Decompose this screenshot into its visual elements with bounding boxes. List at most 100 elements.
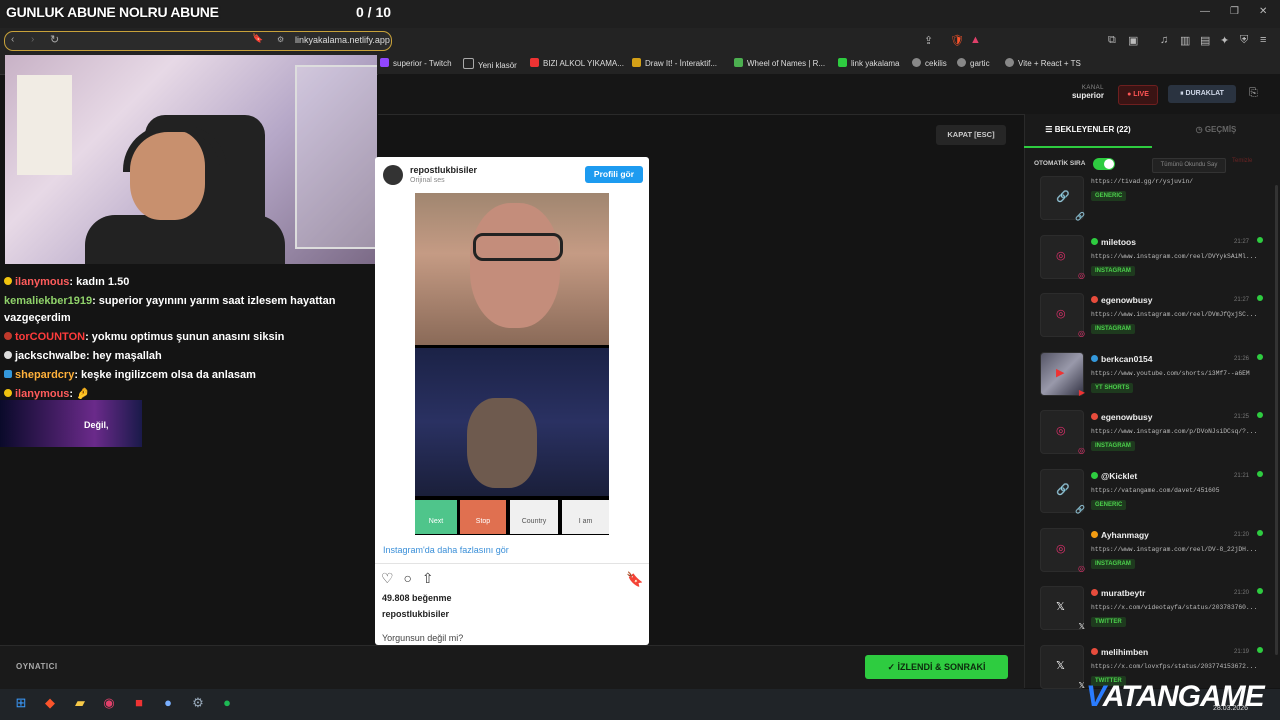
sidebar-icon[interactable]: ▥ <box>1180 34 1190 47</box>
queue-thumbnail[interactable]: ▶ ▶ <box>1040 351 1085 397</box>
channel-name: superior <box>1071 91 1104 100</box>
site-info-icon[interactable]: ⚙ <box>277 35 284 44</box>
online-status-icon <box>1257 588 1263 595</box>
queue-item-url[interactable]: https://www.instagram.com/reel/DVYykSAiM… <box>1091 253 1261 260</box>
app-icon[interactable]: ◉ <box>100 694 118 712</box>
video-player[interactable]: Next Stop Country I am <box>415 193 609 535</box>
like-icon[interactable]: ♡ <box>381 570 394 586</box>
live-button[interactable]: ● LIVE <box>1118 85 1158 105</box>
queue-thumbnail[interactable]: ◎ ◎ <box>1040 293 1085 338</box>
queue-thumbnail[interactable]: 𝕏𝕏 <box>1040 644 1085 690</box>
avatar[interactable] <box>383 165 403 185</box>
see-more-link[interactable]: Instagram'da daha fazlasını gör <box>383 545 509 555</box>
watched-next-button[interactable]: ✓ İZLENDİ & SONRAKİ <box>865 655 1008 679</box>
reload-icon[interactable]: ↻ <box>50 33 59 46</box>
bookmark-item[interactable]: Yeni klasör <box>463 58 517 70</box>
divider <box>375 563 649 564</box>
address-bar[interactable]: ‹ › ↻ 🔖 ⚙ linkyakalama.netlify.app <box>4 31 392 51</box>
minimize-button[interactable]: — <box>1200 6 1210 17</box>
post-owner[interactable]: repostlukbisiler <box>382 609 449 619</box>
view-profile-button[interactable]: Profili gör <box>585 166 643 183</box>
likes-count[interactable]: 49.808 beğenme <box>382 593 452 603</box>
queue-thumbnail[interactable]: ◎ ◎ <box>1040 410 1085 455</box>
queue-thumbnail[interactable]: 🔗 🔗 <box>1040 469 1085 514</box>
audio-label[interactable]: Orijinal ses <box>410 177 445 184</box>
close-window-button[interactable]: ✕ <box>1259 6 1267 17</box>
history-icon[interactable]: ⎘ <box>1249 87 1263 101</box>
file-explorer-icon[interactable]: ▰ <box>71 694 89 712</box>
clear-button[interactable]: Temizle <box>1232 158 1252 164</box>
bookmark-item[interactable]: BIZI ALKOL YIKAMA... <box>530 58 624 68</box>
queue-thumbnail[interactable]: 🔗 🔗 <box>1040 176 1085 221</box>
spotify-icon[interactable]: ● <box>218 694 236 712</box>
instagram-icon: ◎ <box>1056 542 1066 555</box>
queue-item-url[interactable]: https://x.com/videotayfa/status/20378376… <box>1091 604 1261 611</box>
mark-all-read-button[interactable]: Tümünü Okundu Say <box>1152 158 1226 173</box>
vpn-icon[interactable]: ⛨ <box>1240 34 1248 47</box>
queue-item-url[interactable]: https://www.instagram.com/p/DVoNJsiDCsq/… <box>1091 428 1261 435</box>
bookmark-item[interactable]: superior - Twitch <box>380 58 452 68</box>
instagram-embed: repostlukbisiler Orijinal ses Profili gö… <box>375 157 649 645</box>
url-text[interactable]: linkyakalama.netlify.app <box>295 35 390 45</box>
queue-thumbnail[interactable]: 𝕏𝕏 <box>1040 586 1085 631</box>
extensions-icon[interactable]: ⧉ <box>1108 34 1116 47</box>
queue-item-url[interactable]: https://tivad.gg/r/ysjuvin/ <box>1091 178 1261 185</box>
youtube-icon: ▶ <box>1056 366 1065 379</box>
leo-icon[interactable]: ✦ <box>1220 34 1229 47</box>
queue-item-url[interactable]: https://vatangame.com/davet/451605 <box>1091 487 1261 494</box>
bookmark-item[interactable]: cekilis <box>912 58 947 68</box>
close-button[interactable]: KAPAT [ESC] <box>936 125 1006 145</box>
app-icon[interactable]: ■ <box>130 694 148 712</box>
bookmark-item[interactable]: link yakalama <box>838 58 899 68</box>
pause-button[interactable]: ⏸ DURAKLAT <box>1168 85 1236 103</box>
queue-item-time: 21:27 <box>1234 297 1250 304</box>
steam-icon[interactable]: ⚙ <box>189 694 207 712</box>
bookmark-item[interactable]: Draw It! - İnteraktif... <box>632 58 717 68</box>
auto-queue-toggle[interactable] <box>1093 158 1115 170</box>
save-icon[interactable]: 🔖 <box>626 571 643 588</box>
share-icon[interactable]: ⇧ <box>422 570 434 586</box>
maximize-button[interactable]: ❐ <box>1230 6 1239 17</box>
queue-item-url[interactable]: https://www.instagram.com/reel/DV-8_22jD… <box>1091 546 1261 553</box>
queue-item-url[interactable]: https://www.youtube.com/shorts/i3Mf7--a6… <box>1091 370 1261 377</box>
brave-icon[interactable]: ◆ <box>41 694 59 712</box>
instagram-badge-icon: ◎ <box>1078 563 1085 573</box>
queue-item[interactable]: ◎ ◎ egenowbusy https://www.instagram.com/re… <box>1036 293 1268 345</box>
bookmark-item[interactable]: Vite + React + TS <box>1005 58 1081 68</box>
scrollbar[interactable] <box>1275 185 1278 655</box>
queue-item-tag: GENERIC <box>1091 191 1127 201</box>
app-icon[interactable]: ● <box>159 694 177 712</box>
menu-icon[interactable]: ≡ <box>1260 34 1266 46</box>
queue-item-url[interactable]: https://x.com/lovxfps/status/20377415367… <box>1091 663 1261 670</box>
queue-item[interactable]: 𝕏 𝕏muratbeytr https://x.com/videotayfa/sta… <box>1036 586 1268 638</box>
queue-item[interactable]: ▶ ▶ berkcan0154 https://www.youtube.com/sho… <box>1036 351 1268 404</box>
bookmark-item[interactable]: gartic <box>957 58 990 68</box>
tab-waiting[interactable]: ☰ BEKLEYENLER (22) <box>1024 120 1152 148</box>
queue-item[interactable]: ◎ ◎ Ayhanmagy https://www.instagram.com/ree… <box>1036 527 1268 580</box>
back-icon[interactable]: ‹ <box>11 34 14 45</box>
forward-icon[interactable]: › <box>31 34 34 45</box>
post-username[interactable]: repostlukbisiler <box>410 165 477 175</box>
windows-start-icon[interactable]: ⊞ <box>12 694 30 712</box>
chat-message: shepardcry: keşke ingilizcem olsa da anl… <box>4 367 376 384</box>
queue-item-url[interactable]: https://www.instagram.com/reel/DVmJfQxjS… <box>1091 311 1261 318</box>
comment-icon[interactable]: ○ <box>403 570 411 586</box>
bookmark-item[interactable]: Wheel of Names | R... <box>734 58 825 68</box>
wallet-icon[interactable]: ▤ <box>1200 34 1210 47</box>
queue-thumbnail[interactable]: ◎ ◎ <box>1040 234 1085 280</box>
brave-rewards-icon[interactable]: ▲ <box>970 34 981 46</box>
share-icon[interactable]: ⇪ <box>924 34 933 47</box>
chat-overlay: ilanymous: kadın 1.50 kemaliekber1919: s… <box>4 256 376 405</box>
queue-item[interactable]: ◎ ◎ miletoos https://www.instagram.com/reel… <box>1036 234 1268 287</box>
queue-item[interactable]: ◎ ◎ egenowbusy https://www.instagram.com/p/… <box>1036 410 1268 462</box>
tab-history[interactable]: ◷ GEÇMİŞ <box>1152 120 1280 146</box>
auto-queue-label: OTOMATİK SIRA <box>1034 160 1086 167</box>
media-icon[interactable]: ♫ <box>1160 34 1168 46</box>
queue-item[interactable]: 🔗 🔗 https://tivad.gg/r/ysjuvin/GENERIC <box>1036 176 1268 228</box>
queue-item[interactable]: 🔗 🔗 @Kicklet https://vatangame.com/davet/45… <box>1036 469 1268 521</box>
queue-thumbnail[interactable]: ◎ ◎ <box>1040 527 1085 573</box>
screenshot-icon[interactable]: ▣ <box>1128 34 1138 47</box>
bookmark-icon[interactable]: 🔖 <box>252 33 263 44</box>
brave-shields-icon[interactable]: 🛡 <box>950 34 964 47</box>
queue-item-user: miletoos <box>1091 237 1136 247</box>
